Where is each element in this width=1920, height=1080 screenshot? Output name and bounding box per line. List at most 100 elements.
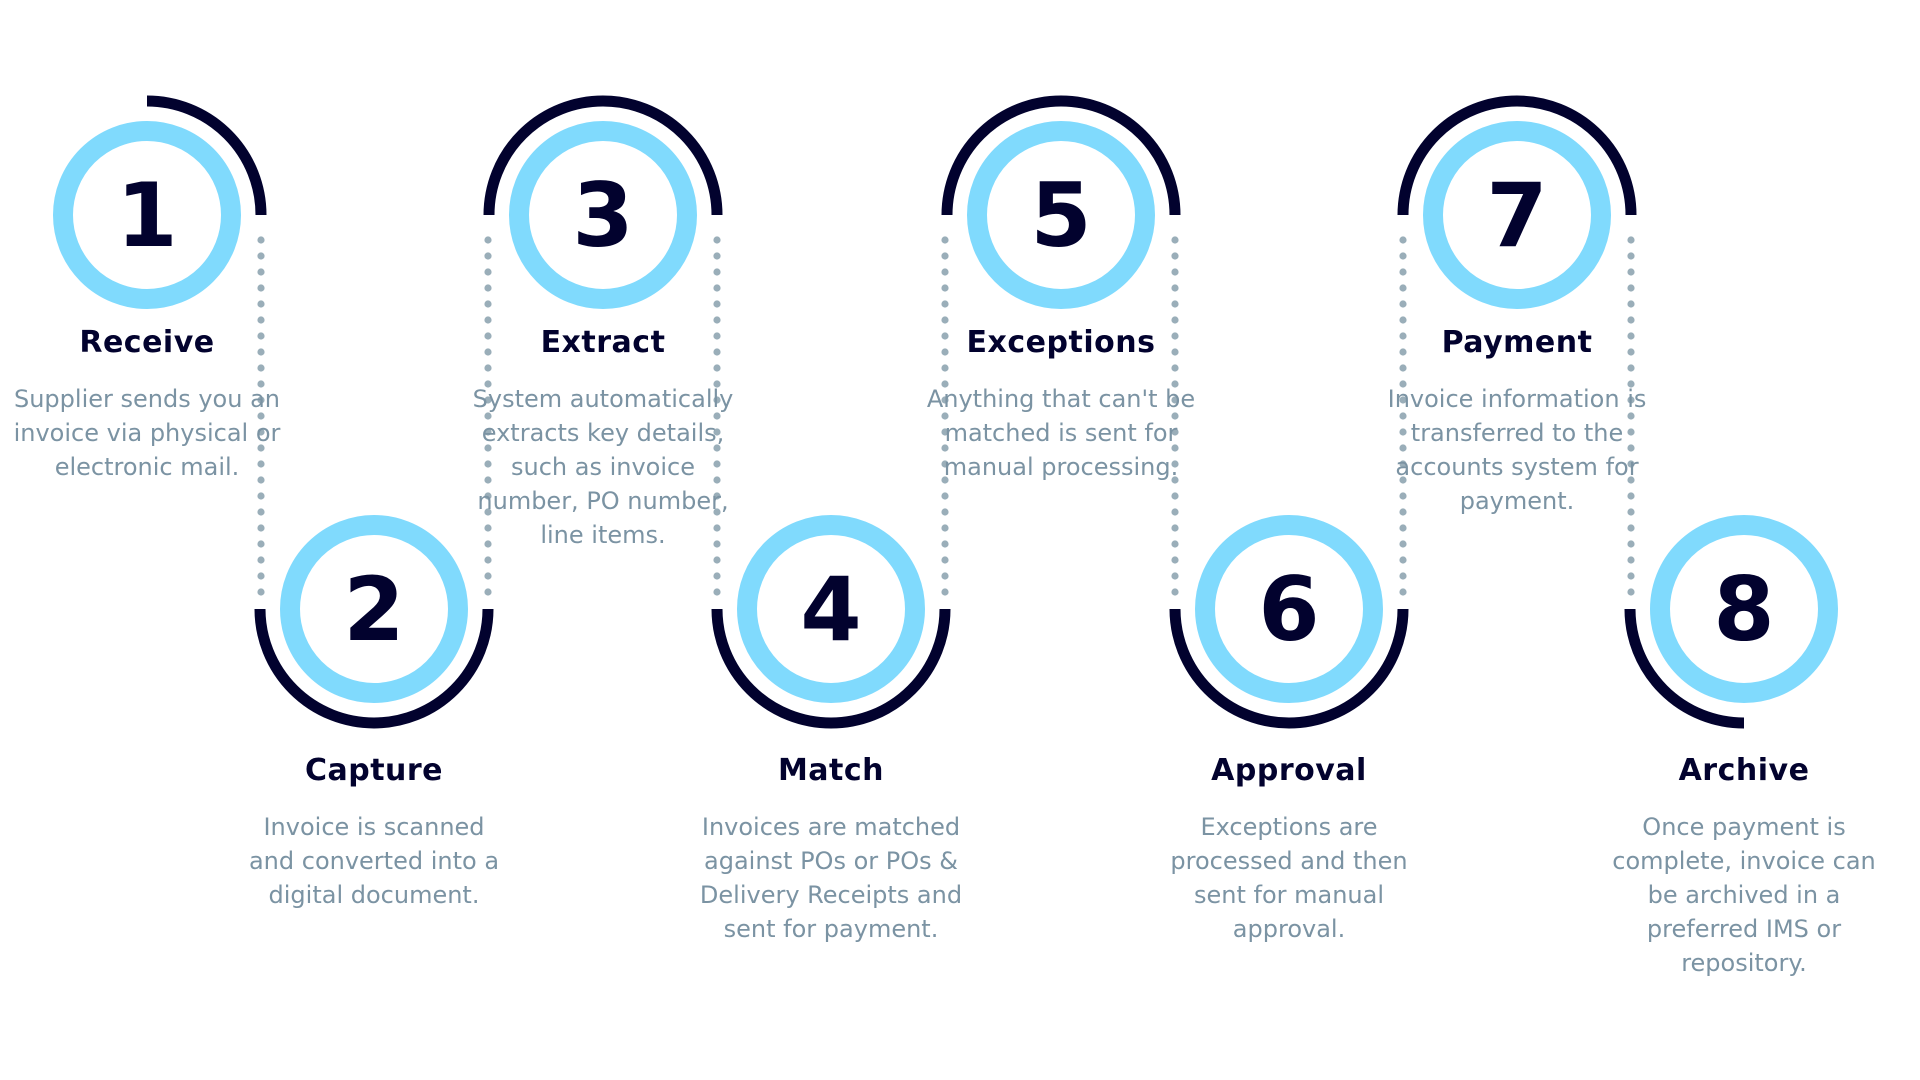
connector-dot [1627, 572, 1635, 580]
connector-dot [1171, 556, 1179, 564]
connector-dot [1399, 556, 1407, 564]
connector-dot [1171, 300, 1179, 308]
connector-dot [941, 268, 949, 276]
step-title: Payment [1441, 325, 1593, 360]
step-8: Archive Once payment is complete, invoice… [1609, 753, 1879, 980]
step-title: Receive [79, 325, 215, 360]
step-number: 6 [1258, 558, 1319, 661]
connector-dot [1171, 508, 1179, 516]
connector-dot [1399, 572, 1407, 580]
connector-dot [713, 556, 721, 564]
connector-dot [713, 284, 721, 292]
connector-dot [1627, 524, 1635, 532]
step-number: 2 [343, 558, 404, 661]
connector-dot [1171, 572, 1179, 580]
connector-dot [484, 252, 492, 260]
connector-dot [484, 556, 492, 564]
connector-dot [1171, 236, 1179, 244]
connector-dot [713, 572, 721, 580]
connector-dot [1399, 236, 1407, 244]
connector-dot [1627, 252, 1635, 260]
step-title: Extract [540, 325, 666, 360]
connector-dot [257, 588, 265, 596]
connector-dot [941, 316, 949, 324]
connector-dot [257, 540, 265, 548]
connector-dot [941, 556, 949, 564]
connector-dot [713, 588, 721, 596]
connector-dot [1171, 540, 1179, 548]
connector-dot [257, 572, 265, 580]
connector-dot [484, 300, 492, 308]
step-description: Supplier sends you an invoice via physic… [13, 385, 281, 481]
connector-dot [1399, 540, 1407, 548]
connector-dot [1171, 524, 1179, 532]
connector-dot [1627, 284, 1635, 292]
connector-dot [1399, 300, 1407, 308]
connector-dot [257, 236, 265, 244]
connector-dot [484, 236, 492, 244]
step-description: Exceptions are processed and then sent f… [1170, 813, 1408, 943]
connector-dot [1171, 316, 1179, 324]
connector-dot [941, 508, 949, 516]
connector-dot [1171, 588, 1179, 596]
step-description: Invoice is scanned and converted into a … [248, 813, 500, 909]
step-1: Receive Supplier sends you an invoice via… [12, 325, 282, 484]
connector-dot [1399, 524, 1407, 532]
step-4: Match Invoices are matched against POs or… [696, 753, 966, 946]
step-description: Invoice information is transferred to th… [1387, 385, 1647, 515]
connector-dot [713, 236, 721, 244]
connector-dot [941, 588, 949, 596]
connector-dot [1627, 268, 1635, 276]
step-description: Invoices are matched against POs or POs … [699, 813, 963, 943]
connector-dot [941, 252, 949, 260]
connector-dot [1627, 540, 1635, 548]
connector-dot [1399, 268, 1407, 276]
connector-dot [257, 556, 265, 564]
connector-dot [1627, 588, 1635, 596]
step-title: Capture [304, 753, 444, 788]
connector-dot [1171, 284, 1179, 292]
step-number: 5 [1030, 164, 1091, 267]
connector-dot [257, 284, 265, 292]
connector-dot [941, 540, 949, 548]
connector-dot [941, 284, 949, 292]
step-title: Approval [1211, 753, 1367, 788]
connector-dot [941, 492, 949, 500]
step-title: Archive [1678, 753, 1810, 788]
connector-dot [1627, 316, 1635, 324]
connector-dot [257, 268, 265, 276]
step-7: Payment Invoice information is transferre… [1382, 325, 1652, 518]
connector-dot [484, 316, 492, 324]
step-2: Capture Invoice is scanned and converted … [239, 753, 509, 912]
connector-dot [1627, 556, 1635, 564]
connector-dot [1399, 316, 1407, 324]
step-number: 4 [800, 558, 861, 661]
connector-dot [941, 236, 949, 244]
step-description: Anything that can't be matched is sent f… [926, 385, 1196, 481]
connector-dot [713, 316, 721, 324]
connector-dot [1171, 268, 1179, 276]
connector-dot [484, 268, 492, 276]
step-5: Exceptions Anything that can't be matched… [926, 325, 1196, 484]
connector-dot [941, 524, 949, 532]
connector-dot [1399, 252, 1407, 260]
connector-dot [257, 316, 265, 324]
connector-dot [713, 268, 721, 276]
connector-dot [257, 252, 265, 260]
connector-dot [1399, 588, 1407, 596]
connector-dot [1627, 300, 1635, 308]
step-title: Match [777, 753, 885, 788]
step-description: System automatically extracts key detail… [472, 385, 734, 549]
step-number: 8 [1713, 558, 1774, 661]
connector-dot [484, 572, 492, 580]
step-6: Approval Exceptions are processed and the… [1154, 753, 1424, 946]
step-description: Once payment is complete, invoice can be… [1612, 813, 1876, 977]
connector-dot [941, 572, 949, 580]
step-title: Exceptions [966, 325, 1156, 360]
connector-dot [257, 492, 265, 500]
connector-dot [1399, 284, 1407, 292]
connector-dot [484, 284, 492, 292]
connector-dot [713, 300, 721, 308]
connector-dot [1171, 492, 1179, 500]
step-number: 3 [572, 164, 633, 267]
